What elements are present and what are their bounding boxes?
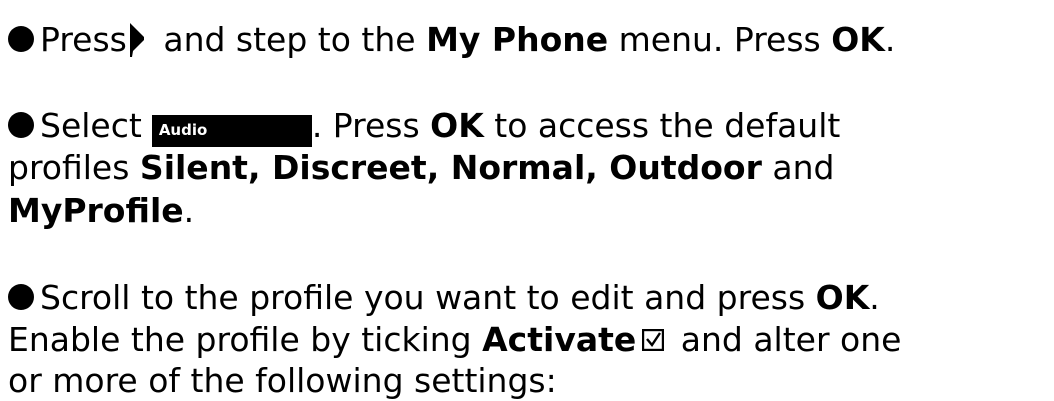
step-2-line-1: Select Audio. Press OK to access the defa… [8, 106, 840, 147]
settings-text: or more of the following settings: [8, 361, 557, 400]
enable-text: Enable the profile by ticking [8, 320, 483, 359]
activate-label: Activate [482, 320, 637, 359]
ok-key-label: OK [430, 106, 484, 145]
bullet-icon [8, 284, 34, 310]
access-text: to access the default [483, 106, 841, 145]
menu-press-text: menu. Press [608, 20, 832, 59]
alter-text: and alter one [670, 320, 902, 359]
step-2-line-3: MyProfile. [8, 191, 194, 231]
period: . [183, 191, 195, 230]
and-text: and [761, 148, 835, 187]
period: . [869, 278, 880, 317]
ok-key-label: OK [831, 20, 885, 59]
step-3-line-2: Enable the profile by ticking Activate a… [8, 320, 901, 360]
profiles-text: profiles [8, 148, 140, 187]
press-text: Press [40, 20, 127, 59]
step-3-line-3: or more of the following settings: [8, 361, 557, 401]
select-text: Select [40, 106, 142, 145]
my-phone-menu-name: My Phone [426, 20, 609, 59]
bullet-icon [8, 112, 34, 138]
step-1-line: Press and step to the My Phone menu. Pre… [8, 20, 895, 60]
press-text: . Press [311, 106, 431, 145]
period: . [884, 20, 896, 59]
bullet-icon [8, 26, 34, 52]
myprofile-name: MyProfile [8, 191, 184, 230]
step-2-line-2: profiles Silent, Discreet, Normal, Outdo… [8, 148, 834, 188]
scroll-text: Scroll to the profile you want to edit a… [40, 278, 816, 317]
audio-menu-item: Audio [151, 115, 312, 147]
ok-key-label: OK [815, 278, 870, 317]
right-arrow-icon [129, 23, 144, 57]
and-step-text: and step to the [152, 20, 427, 59]
profile-list: Silent, Discreet, Normal, Outdoor [139, 148, 762, 187]
step-3-line-1: Scroll to the profile you want to edit a… [8, 278, 880, 318]
checked-box-icon [642, 329, 665, 351]
